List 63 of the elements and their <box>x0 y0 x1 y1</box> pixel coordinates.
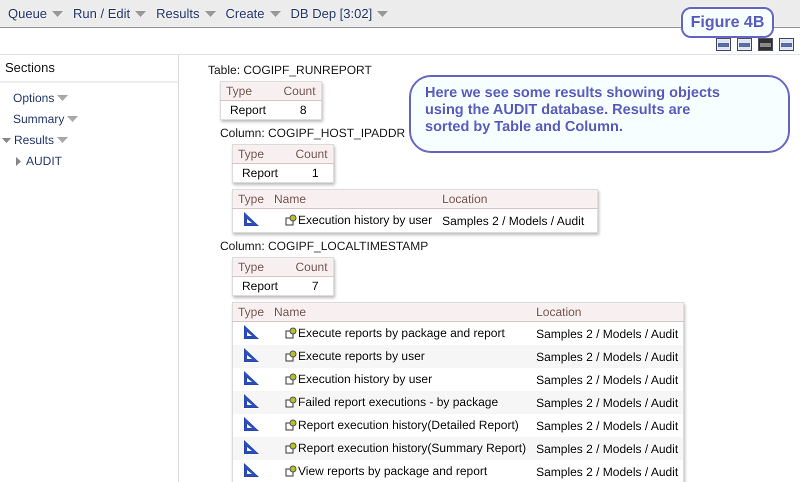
column-header: Location <box>437 190 598 208</box>
column-header: Location <box>531 302 684 322</box>
report-item-icon <box>285 464 298 476</box>
menu-button[interactable]: DB Dep [3:02] <box>290 6 388 21</box>
column-header: Type <box>232 190 270 208</box>
section-heading: Column: COGIPF_LOCALTIMESTAMP <box>220 239 428 253</box>
table-cell: 7 <box>283 276 334 296</box>
report-name[interactable]: Execution history by user <box>269 368 532 391</box>
column-header: Name <box>269 302 532 322</box>
table-cell: Samples 2 / Models / Audit <box>531 368 684 391</box>
report-name[interactable]: Report execution history(Detailed Report) <box>269 414 532 437</box>
report-name[interactable]: Execution history by user <box>269 208 438 232</box>
section-heading: Table: COGIPF_RUNREPORT <box>208 63 372 77</box>
report-name[interactable]: Failed report executions - by package <box>269 391 532 414</box>
column-header: Name <box>269 190 438 208</box>
column-header: Type <box>220 82 272 100</box>
menu-button[interactable]: Run / Edit <box>73 6 146 21</box>
section-link[interactable]: Results <box>14 133 54 147</box>
table-cell: Report <box>232 164 284 182</box>
table-cell: Samples 2 / Models / Audit <box>531 345 684 368</box>
report-name[interactable]: Execute reports by package and report <box>269 322 532 345</box>
table-cell: Samples 2 / Models / Audit <box>531 460 684 482</box>
section-link[interactable]: AUDIT <box>26 154 62 168</box>
table-cell: Report <box>232 276 284 296</box>
sidebar-title: Sections <box>0 55 178 83</box>
table-cell: 1 <box>283 164 334 182</box>
column-header: Count <box>283 144 334 164</box>
column-header: Count <box>271 82 322 100</box>
section-link[interactable]: Options <box>13 91 54 105</box>
report-name[interactable]: Report execution history(Summary Report) <box>269 437 532 460</box>
collapsed-caret-icon[interactable] <box>14 156 23 166</box>
report-item-icon <box>285 396 298 408</box>
caret-icon <box>377 10 388 16</box>
caret-icon <box>135 10 146 16</box>
menu-button[interactable]: Queue <box>8 6 64 21</box>
menu-button[interactable]: Create <box>226 6 281 21</box>
report-item-icon <box>285 418 298 430</box>
report-item-icon <box>285 350 298 362</box>
figure-label: Figure 4B <box>681 7 774 38</box>
section-link[interactable]: Summary <box>13 112 64 126</box>
section-heading: Column: COGIPF_HOST_IPADDR <box>220 126 406 140</box>
column-header: Type <box>232 258 284 276</box>
caret-icon <box>204 10 216 16</box>
caret-icon <box>52 10 64 16</box>
table-cell: Report <box>220 100 272 120</box>
callout-text: Here we see some results showing objects using the AUDIT database. Results are sorted by Table and Column. <box>409 75 790 153</box>
report-item-icon <box>285 326 298 338</box>
menu-button[interactable]: Results <box>156 6 216 21</box>
table-cell: 8 <box>271 100 322 120</box>
column-header: Count <box>283 258 334 276</box>
caret-icon <box>270 10 281 16</box>
table-cell: Samples 2 / Models / Audit <box>531 322 684 345</box>
column-header: Type <box>232 302 270 322</box>
report-item-icon <box>285 372 298 384</box>
report-item-icon <box>285 442 298 454</box>
table-cell: Samples 2 / Models / Audit <box>531 414 684 437</box>
report-name[interactable]: Execute reports by user <box>269 345 532 368</box>
table-cell: Samples 2 / Models / Audit <box>531 391 684 414</box>
column-header: Type <box>232 144 284 164</box>
table-cell: Samples 2 / Models / Audit <box>531 437 684 460</box>
expanded-caret-icon[interactable] <box>2 136 11 144</box>
table-cell: Samples 2 / Models / Audit <box>437 208 598 232</box>
report-item-icon <box>285 214 298 226</box>
